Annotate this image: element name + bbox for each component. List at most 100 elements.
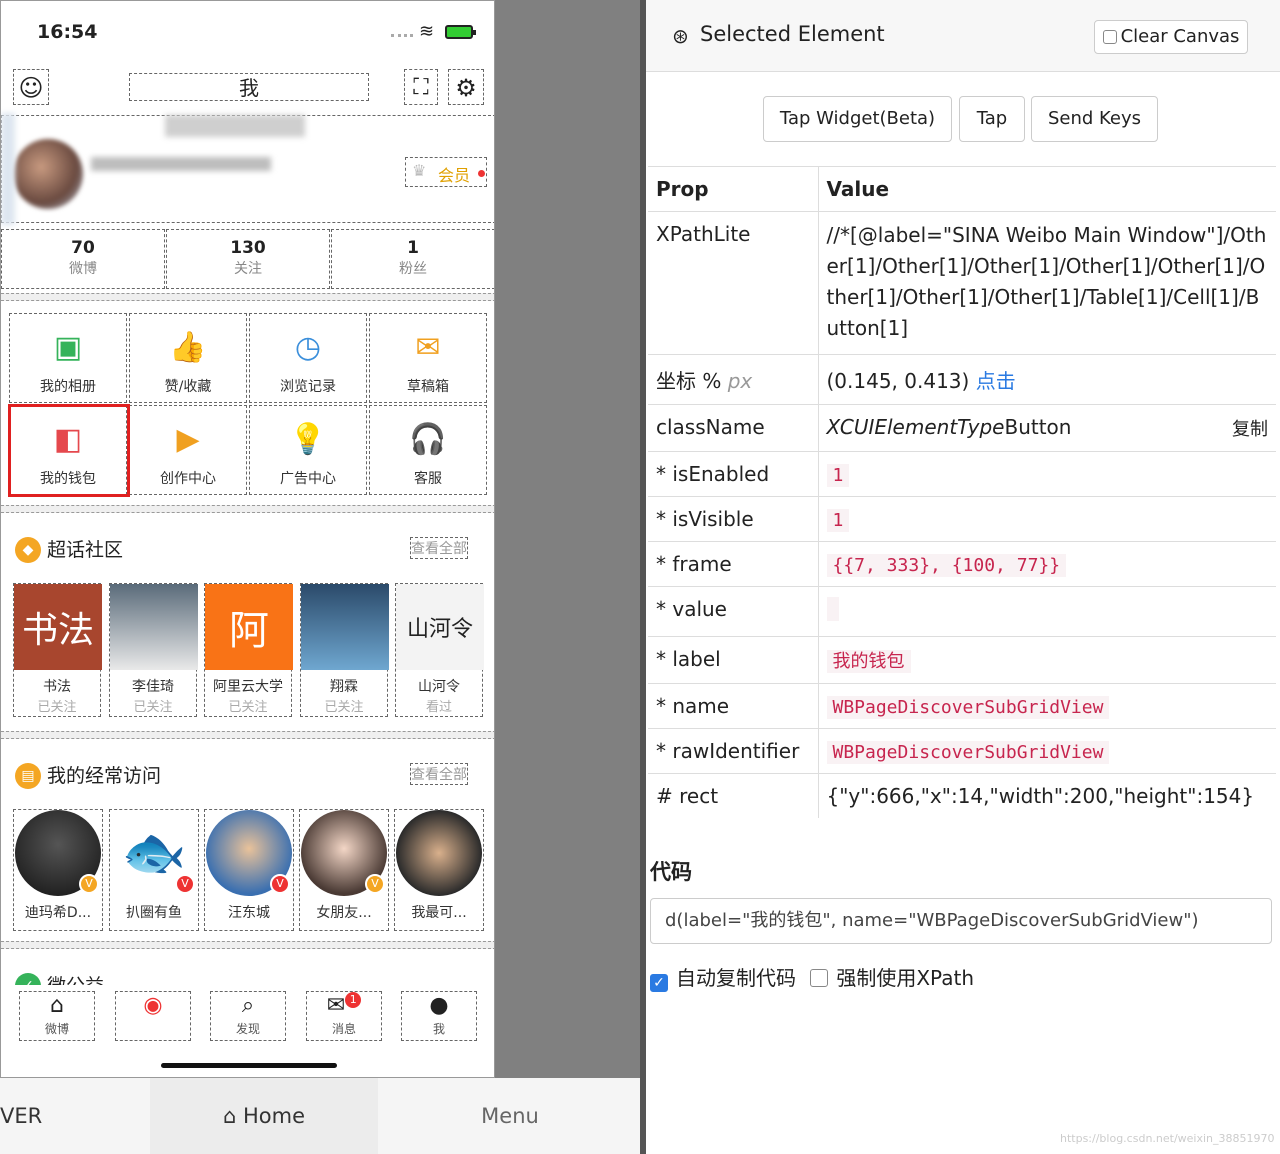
profile-header[interactable]: ♛ 会员 xyxy=(1,113,494,225)
grid-item-creator[interactable]: ▶ 创作中心 xyxy=(129,405,247,495)
send-keys-button[interactable]: Send Keys xyxy=(1031,96,1158,142)
thumbs-up-icon: 👍 xyxy=(169,330,207,365)
inspector-panel: ⊛ Selected Element Clear Canvas Tap Widg… xyxy=(646,0,1280,1154)
topic-image: 山河令 xyxy=(396,584,484,670)
avatar[interactable] xyxy=(13,139,83,209)
value-cell: WBPageDiscoverSubGridView xyxy=(818,728,1276,774)
avatar: 🐟 V xyxy=(111,810,197,896)
prop-header: Prop xyxy=(648,166,819,212)
coord-key: 坐标 % xyxy=(656,369,722,393)
stat-label: 关注 xyxy=(234,261,262,277)
add-friend-icon[interactable]: ☺ xyxy=(13,69,49,105)
tab-me[interactable]: ● 我 xyxy=(401,991,477,1041)
grid-item-likes[interactable]: 👍 赞/收藏 xyxy=(129,313,247,403)
topic-item[interactable]: 李佳琦 已关注 xyxy=(109,583,198,717)
stat-following[interactable]: 130 关注 xyxy=(166,229,330,289)
tab-label: 发现 xyxy=(235,1022,260,1036)
prop-key: XPathLite xyxy=(648,211,819,355)
grid-item-drafts[interactable]: ✉ 草稿箱 xyxy=(369,313,487,403)
table-row: 坐标 % px (0.145, 0.413) 点击 xyxy=(648,354,1276,405)
message-badge: 1 xyxy=(345,992,362,1008)
home-tab[interactable]: ⌂ Home xyxy=(150,1078,378,1154)
classname-prefix: XCUIElementType xyxy=(826,415,1005,439)
value-cell xyxy=(818,586,1276,637)
clapperboard-icon: ▶ xyxy=(176,422,200,457)
status-bar: 16:54 ≋ xyxy=(1,1,494,61)
grid-item-ads[interactable]: 💡 广告中心 xyxy=(249,405,367,495)
prop-key: * frame xyxy=(648,541,819,587)
charity-icon: ✓ xyxy=(15,973,41,985)
clear-canvas-button[interactable]: Clear Canvas xyxy=(1094,20,1248,54)
frequent-name: 汪东城 xyxy=(228,905,270,921)
avatar: V xyxy=(301,810,387,896)
scan-icon[interactable]: ⛶ xyxy=(404,69,438,105)
value-cell: 我的钱包 xyxy=(818,636,1276,684)
value-cell: 1 xyxy=(818,451,1276,497)
topic-status: 看过 xyxy=(425,700,452,715)
topic-item[interactable]: 书法 书法 已关注 xyxy=(13,583,102,717)
prop-key: * label xyxy=(648,636,819,684)
tab-weibo[interactable]: ⌂ 微博 xyxy=(19,991,95,1041)
section-title: 微公益 xyxy=(47,971,104,985)
table-row: XPathLite //*[@label="SINA Weibo Main Wi… xyxy=(648,211,1276,355)
stat-followers[interactable]: 1 粉丝 xyxy=(331,229,494,289)
battery-icon xyxy=(445,25,476,39)
tab-messages[interactable]: ✉ 1 消息 xyxy=(306,991,382,1041)
frequent-item[interactable]: 我最可... xyxy=(394,809,484,931)
code-output[interactable]: d(label="我的钱包", name="WBPageDiscoverSubG… xyxy=(650,898,1272,944)
vip-button[interactable]: ♛ 会员 xyxy=(405,157,487,187)
grid-item-label: 客服 xyxy=(414,471,442,487)
value-cell: {{7, 333}, {100, 77}} xyxy=(818,541,1276,587)
tab-discover[interactable]: ⌕ 发现 xyxy=(210,991,286,1041)
topic-item[interactable]: 阿 阿里云大学 已关注 xyxy=(204,583,293,717)
frequent-item[interactable]: V 女朋友... xyxy=(299,809,389,931)
topic-item[interactable]: 山河令 山河令 看过 xyxy=(395,583,484,717)
view-all-link[interactable]: 查看全部 xyxy=(410,763,468,785)
force-xpath-checkbox[interactable] xyxy=(810,969,829,987)
section-separator xyxy=(1,505,494,513)
stat-weibo[interactable]: 70 微博 xyxy=(1,229,165,289)
user-icon: ● xyxy=(429,993,449,1018)
canvas-background xyxy=(495,0,640,1078)
tab-label: 微博 xyxy=(44,1022,69,1036)
section-separator xyxy=(1,731,494,739)
verified-badge-icon: V xyxy=(79,874,99,894)
settings-gear-icon[interactable]: ⚙ xyxy=(448,69,484,105)
stat-number: 70 xyxy=(71,238,95,258)
topic-item[interactable]: 翔霖 已关注 xyxy=(300,583,389,717)
rect-value: {"y":666,"x":14,"width":200,"height":154… xyxy=(818,773,1276,818)
menu-tab[interactable]: Menu xyxy=(440,1078,580,1154)
topic-name: 书法 xyxy=(43,679,71,695)
topic-name: 阿里云大学 xyxy=(213,679,283,695)
frequent-item[interactable]: 🐟 V 扒圈有鱼 xyxy=(109,809,199,931)
stat-number: 1 xyxy=(407,238,419,258)
home-icon: ⌂ xyxy=(50,993,64,1018)
blurred-username xyxy=(165,115,305,137)
panel-title: Selected Element xyxy=(700,22,885,46)
grid-item-label: 广告中心 xyxy=(280,471,336,487)
tap-widget-button[interactable]: Tap Widget(Beta) xyxy=(763,96,952,142)
grid-item-service[interactable]: 🎧 客服 xyxy=(369,405,487,495)
coord-value: (0.145, 0.413) xyxy=(826,369,970,393)
crown-icon: ♛ xyxy=(412,161,427,180)
click-link[interactable]: 点击 xyxy=(976,369,1016,393)
copy-button[interactable]: 复制 xyxy=(1232,415,1268,441)
value-cell: WBPageDiscoverSubGridView xyxy=(818,683,1276,729)
grid-item-history[interactable]: ◷ 浏览记录 xyxy=(249,313,367,403)
xpath-value[interactable]: //*[@label="SINA Weibo Main Window"]/Oth… xyxy=(818,211,1276,355)
view-all-link[interactable]: 查看全部 xyxy=(410,537,468,559)
auto-copy-checkbox[interactable]: ✓ xyxy=(650,974,668,992)
device-screen[interactable]: 16:54 ≋ ☺ 我 ⛶ ⚙ ♛ 会员 70 微博 130 关注 1 粉丝 ▣… xyxy=(0,0,495,1078)
tap-button[interactable]: Tap xyxy=(959,96,1025,142)
grid-item-album[interactable]: ▣ 我的相册 xyxy=(9,313,127,403)
topic-image: 书法 xyxy=(14,584,102,670)
frequent-item[interactable]: V 汪东城 xyxy=(204,809,294,931)
frequent-item[interactable]: V 迪玛希D... xyxy=(13,809,103,931)
coord-cell: (0.145, 0.413) 点击 xyxy=(818,354,1276,405)
video-icon: ◉ xyxy=(143,993,163,1018)
prop-key: * isVisible xyxy=(648,496,819,542)
grid-item-label: 草稿箱 xyxy=(407,379,449,395)
section-title: 我的经常访问 xyxy=(47,765,162,787)
tab-video[interactable]: ◉ xyxy=(115,991,191,1041)
avatar xyxy=(396,810,482,896)
